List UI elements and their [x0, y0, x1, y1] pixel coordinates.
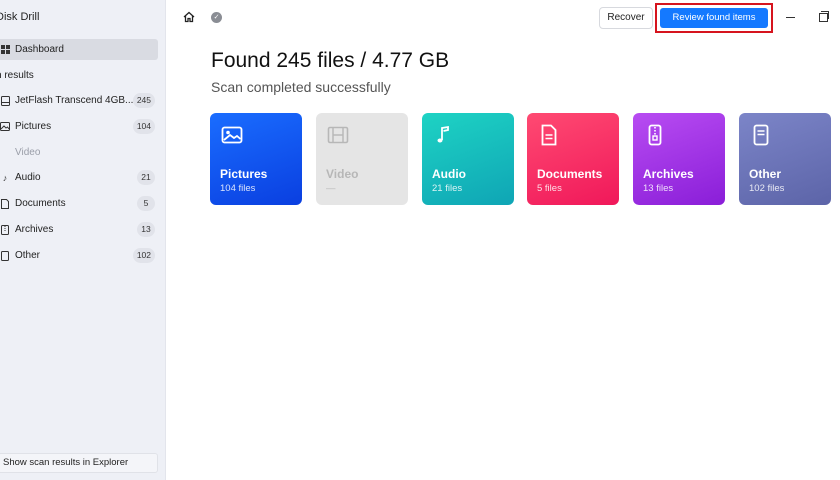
home-icon[interactable]: [182, 10, 196, 24]
category-tile-archives[interactable]: Archives 13 files: [633, 113, 725, 205]
tile-name: Documents: [537, 167, 603, 181]
category-tile-documents[interactable]: Documents 5 files: [527, 113, 619, 205]
count-badge: 13: [137, 222, 155, 237]
sidebar-item-label: Audio: [15, 172, 41, 183]
music-icon: [433, 124, 455, 146]
page-title: Found 245 files / 4.77 GB: [211, 49, 450, 72]
recover-button[interactable]: Recover: [599, 7, 653, 29]
sidebar-item-label: Dashboard: [15, 44, 64, 55]
tile-name: Audio: [432, 167, 466, 181]
film-icon: [327, 124, 349, 146]
category-tile-video[interactable]: Video —: [316, 113, 408, 205]
tile-count: 13 files: [643, 183, 674, 194]
tile-name: Video: [326, 167, 359, 181]
tile-name: Pictures: [220, 167, 268, 181]
count-badge: 245: [132, 93, 155, 108]
file-icon: [750, 124, 772, 146]
sidebar-item-label: Other: [15, 250, 41, 261]
scan-status: Scan completed successfully: [211, 79, 391, 95]
sidebar-item-dashboard[interactable]: Dashboard: [0, 39, 158, 60]
restore-icon[interactable]: [819, 11, 829, 22]
sidebar-item-label: Documents: [15, 198, 66, 209]
sidebar-item-documents[interactable]: Documents 5: [0, 193, 158, 214]
sidebar-item-audio[interactable]: ♪ Audio 21: [0, 167, 158, 188]
show-in-explorer-button[interactable]: Show scan results in Explorer: [0, 453, 158, 473]
tile-name: Archives: [643, 167, 694, 181]
review-found-items-button[interactable]: Review found items: [660, 8, 768, 28]
image-icon: [0, 121, 10, 133]
sidebar-item-label: Pictures: [15, 121, 52, 132]
grid-icon: [0, 44, 10, 56]
count-badge: 5: [137, 196, 155, 211]
tile-count: 102 files: [749, 183, 785, 194]
sidebar-item-label: JetFlash Transcend 4GB...: [15, 95, 134, 106]
sidebar-item-video[interactable]: Video: [0, 142, 158, 163]
sidebar-item-label: Archives: [15, 224, 54, 235]
count-badge: 102: [132, 248, 155, 263]
sidebar-item-pictures[interactable]: Pictures 104: [0, 116, 158, 137]
file-icon: [0, 250, 10, 262]
music-icon: ♪: [2, 172, 8, 183]
archive-icon: [644, 124, 666, 146]
sidebar-item-label: Video: [15, 147, 41, 158]
sidebar-item-drive[interactable]: JetFlash Transcend 4GB... 245: [0, 90, 158, 111]
check-icon: ✓: [211, 12, 222, 23]
tile-name: Other: [749, 167, 782, 181]
image-icon: [221, 124, 243, 146]
sidebar-item-archives[interactable]: Archives 13: [0, 219, 158, 240]
count-badge: 104: [132, 119, 155, 134]
drive-icon: [0, 95, 10, 107]
minimize-icon[interactable]: [786, 17, 795, 18]
sidebar: Disk Drill Dashboard n results JetFlash …: [0, 0, 166, 480]
archive-icon: [0, 224, 10, 236]
tile-count: —: [326, 183, 336, 194]
sidebar-item-other[interactable]: Other 102: [0, 245, 158, 266]
section-title: n results: [0, 70, 34, 81]
app-title: Disk Drill: [0, 11, 40, 23]
document-icon: [538, 124, 560, 146]
tile-count: 21 files: [432, 183, 463, 194]
tile-count: 104 files: [220, 183, 256, 194]
document-icon: [0, 198, 10, 210]
tile-count: 5 files: [537, 183, 562, 194]
category-tile-audio[interactable]: Audio 21 files: [422, 113, 514, 205]
category-tile-pictures[interactable]: Pictures 104 files: [210, 113, 302, 205]
category-tile-other[interactable]: Other 102 files: [739, 113, 831, 205]
count-badge: 21: [137, 170, 155, 185]
